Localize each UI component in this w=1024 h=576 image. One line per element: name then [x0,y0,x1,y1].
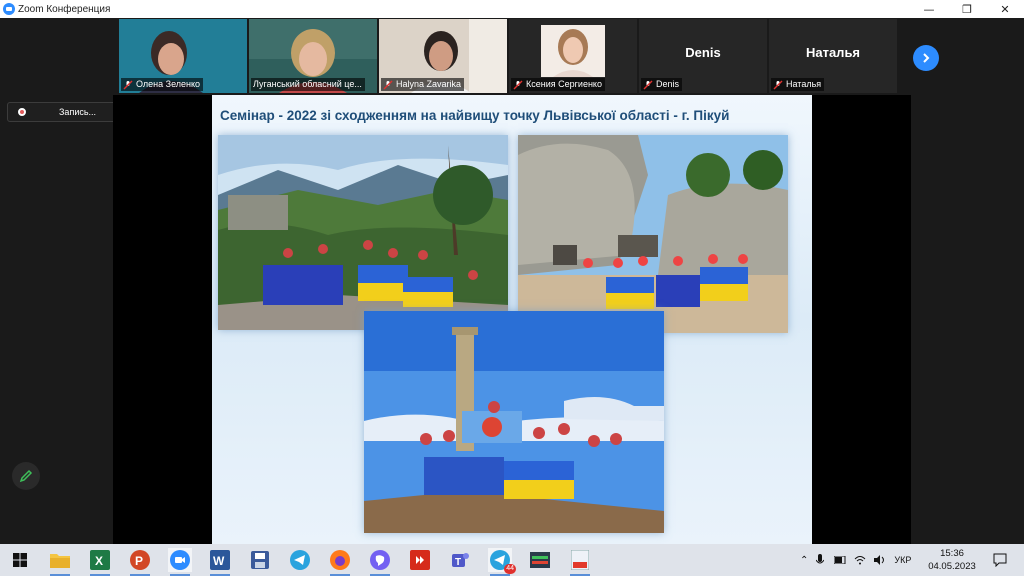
firefox-icon [330,550,350,570]
svg-text:X: X [95,554,103,568]
taskbar-anydesk[interactable] [408,548,432,572]
participant-name-label: Halyna Zavarika [381,78,465,91]
clock-date: 04.05.2023 [928,561,976,572]
pdf-icon [571,550,589,570]
notifications-button[interactable] [988,548,1012,572]
recording-label: Запись... [59,107,97,117]
participant-name-label: Луганський обласний це... [251,78,365,91]
minimize-button[interactable]: — [910,0,948,18]
participant-name-label: Denis [641,78,683,91]
notification-icon [993,553,1007,567]
taskbar-word[interactable]: W [208,548,232,576]
taskbar-pdf-app[interactable] [568,548,592,576]
presentation-slide: Семінар - 2022 зі сходженням на найвищу … [212,95,812,544]
mic-muted-icon [383,80,393,89]
annotate-button[interactable] [12,462,40,490]
media-app-icon [530,552,550,568]
mic-muted-icon [123,80,133,89]
clock-time: 15:36 [940,548,964,559]
wifi-icon[interactable] [854,555,866,565]
next-participants-button[interactable] [913,45,939,71]
start-button[interactable] [8,548,32,572]
participant-strip: Олена Зеленко Луганський обласний це... [119,19,897,95]
floppy-disk-icon [251,551,269,569]
svg-text:T: T [455,557,461,568]
participant-name: Луганський обласний це... [253,79,362,89]
zoom-logo-icon [3,3,15,15]
mic-muted-icon [773,80,783,89]
anydesk-icon [410,550,430,570]
folder-icon [50,554,70,568]
participant-display-name: Наталья [805,45,861,60]
teams-icon: T [452,553,469,568]
system-tray: ⌃ УКР [800,544,911,576]
word-icon: W [210,550,230,570]
participant-name: Halyna Zavarika [396,79,462,89]
telegram-unread-badge: 44 [504,564,516,574]
window-title-bar: Zoom Конференция — ❐ ✕ [0,0,1024,18]
participant-name: Наталья [786,79,822,89]
taskbar-telegram[interactable] [288,548,312,572]
participant-name: Олена Зеленко [136,79,201,89]
taskbar-media-app[interactable] [528,548,552,572]
windows-taskbar: X P W T 44 ⌃ УКР 15:36 04.05.2023 [0,544,1024,576]
volume-icon[interactable] [874,555,886,565]
record-dot-icon [18,108,26,116]
taskbar-file-explorer[interactable] [48,548,72,576]
participant-name-label: Наталья [771,78,825,91]
battery-icon[interactable] [834,556,846,564]
svg-text:P: P [135,554,143,568]
taskbar-zoom[interactable] [168,548,192,576]
participant-tile[interactable]: Наталья Наталья [769,19,897,93]
keyboard-language[interactable]: УКР [894,555,911,565]
show-hidden-icons-icon[interactable]: ⌃ [800,555,808,566]
participant-tile-speaking[interactable]: Луганський обласний це... [249,19,377,93]
excel-icon: X [90,550,110,570]
microphone-icon[interactable] [816,554,825,566]
participant-name: Ксения Сергиенко [526,79,602,89]
zoom-icon [170,550,190,570]
taskbar-firefox[interactable] [328,548,352,576]
restore-button[interactable]: ❐ [948,0,986,18]
close-button[interactable]: ✕ [986,0,1024,18]
mic-muted-icon [513,80,523,89]
window-title: Zoom Конференция [18,3,111,15]
participant-tile[interactable]: Halyna Zavarika [379,19,507,93]
taskbar-teams[interactable]: T [448,548,472,572]
taskbar-clock[interactable]: 15:36 04.05.2023 [924,547,980,573]
slide-photo-rock-caves [518,135,788,333]
taskbar-excel[interactable]: X [88,548,112,576]
participant-name-label: Олена Зеленко [121,78,204,91]
viber-icon [370,550,390,570]
svg-text:W: W [213,554,225,568]
participant-tile[interactable]: Ксения Сергиенко [509,19,637,93]
slide-photo-mountain-forest [218,135,508,330]
taskbar-telegram-desktop[interactable]: 44 [488,548,516,576]
slide-photo-summit-pikuy [364,311,664,533]
taskbar-viber[interactable] [368,548,392,576]
participant-tile[interactable]: Олена Зеленко [119,19,247,93]
windows-logo-icon [13,553,27,567]
participant-name-label: Ксения Сергиенко [511,78,605,91]
taskbar-save-app[interactable] [248,548,272,572]
participant-name: Denis [656,79,680,89]
pencil-icon [19,469,33,483]
powerpoint-icon: P [130,550,150,570]
telegram-icon [290,550,310,570]
slide-title: Семінар - 2022 зі сходженням на найвищу … [220,108,730,123]
participant-display-name: Denis [685,45,721,60]
mic-muted-icon [643,80,653,89]
taskbar-powerpoint[interactable]: P [128,548,152,576]
chevron-right-icon [923,53,930,63]
participant-tile[interactable]: Denis Denis [639,19,767,93]
